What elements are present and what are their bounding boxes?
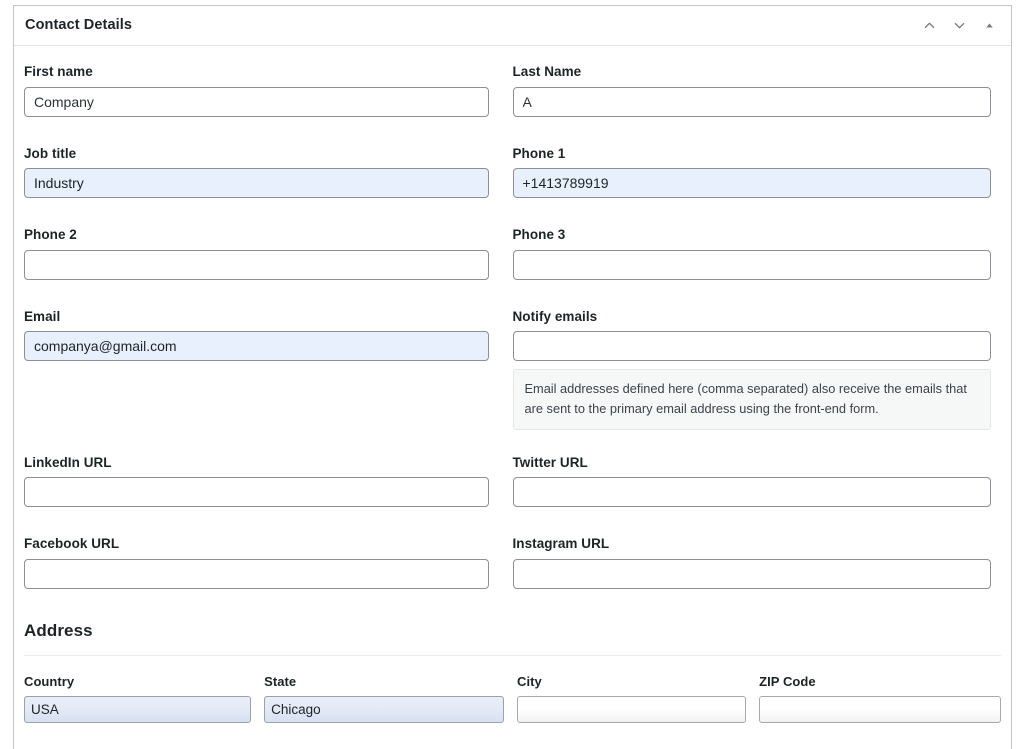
field-phone-2: Phone 2 xyxy=(24,226,513,280)
field-phone-3: Phone 3 xyxy=(512,226,1002,280)
address-section: Address Country State City xyxy=(24,621,1001,723)
phone-1-input[interactable] xyxy=(512,168,991,199)
contact-details-panel: Contact Details First name Company Last … xyxy=(13,5,1012,749)
zip-code-input[interactable] xyxy=(759,695,1001,723)
page-title: Contact Details xyxy=(25,17,133,34)
form-row-facebook-instagram: Facebook URL Instagram URL xyxy=(24,535,1001,589)
field-country: Country xyxy=(24,674,264,723)
notify-emails-help-text: Email addresses defined here (comma sepa… xyxy=(512,369,991,430)
panel-header-actions xyxy=(915,12,1003,40)
field-state: State xyxy=(264,674,517,723)
phone-2-input[interactable] xyxy=(24,249,489,280)
address-divider xyxy=(24,654,1001,656)
screen: Contact Details First name Company Last … xyxy=(0,0,1024,749)
form-row-phones: Phone 2 Phone 3 xyxy=(24,226,1001,280)
form-row-job-phone1: Job title Phone 1 xyxy=(24,145,1001,199)
instagram-url-label: Instagram URL xyxy=(512,536,610,552)
contact-details-form: First name Last Name Job title Phone 1 xyxy=(14,46,1011,733)
field-facebook-url: Facebook URL xyxy=(24,535,513,589)
chevron-down-icon xyxy=(952,18,967,33)
move-down-button[interactable] xyxy=(945,12,973,40)
form-row-linkedin-twitter: LinkedIn URL Twitter URL xyxy=(24,454,1001,508)
field-phone-1: Phone 1 xyxy=(512,145,1002,199)
first-name-label: First name xyxy=(24,64,93,79)
first-name-input[interactable] xyxy=(24,86,489,117)
field-last-name: Last Name xyxy=(512,63,1002,117)
move-up-button[interactable] xyxy=(915,12,943,40)
notify-emails-input[interactable] xyxy=(512,331,991,362)
form-row-emails: Email Notify emails Email addresses defi… xyxy=(24,308,1001,430)
field-linkedin-url: LinkedIn URL xyxy=(24,454,513,508)
country-input[interactable] xyxy=(24,695,252,723)
country-label: Country xyxy=(24,673,75,689)
field-job-title: Job title xyxy=(24,145,513,199)
facebook-url-input[interactable] xyxy=(24,558,489,589)
city-input[interactable] xyxy=(517,695,747,723)
triangle-up-icon xyxy=(983,19,996,32)
twitter-url-input[interactable] xyxy=(512,477,991,508)
email-input[interactable] xyxy=(24,331,489,362)
email-label: Email xyxy=(24,308,61,324)
last-name-label: Last Name xyxy=(512,64,582,79)
chevron-up-icon xyxy=(922,18,937,33)
job-title-input[interactable] xyxy=(24,168,489,199)
field-zip-code: ZIP Code xyxy=(759,674,1001,723)
city-label: City xyxy=(517,673,542,689)
field-twitter-url: Twitter URL xyxy=(512,454,1002,508)
phone-3-input[interactable] xyxy=(512,249,991,280)
instagram-url-input[interactable] xyxy=(512,558,991,589)
phone-2-label: Phone 2 xyxy=(24,227,77,243)
form-row-address: Country State City ZIP Code xyxy=(24,674,1001,723)
phone-3-label: Phone 3 xyxy=(512,227,566,243)
form-row-names: First name Last Name xyxy=(24,63,1001,117)
state-input[interactable] xyxy=(264,695,505,723)
field-notify-emails: Notify emails Email addresses defined he… xyxy=(512,308,1002,430)
field-first-name: First name xyxy=(24,63,513,117)
linkedin-url-input[interactable] xyxy=(24,477,489,508)
last-name-input[interactable] xyxy=(512,86,991,117)
linkedin-url-label: LinkedIn URL xyxy=(24,454,112,470)
field-instagram-url: Instagram URL xyxy=(512,535,1002,589)
job-title-label: Job title xyxy=(24,145,77,161)
address-heading: Address xyxy=(24,620,93,640)
toggle-panel-button[interactable] xyxy=(975,12,1003,40)
zip-code-label: ZIP Code xyxy=(759,673,816,689)
field-city: City xyxy=(517,674,759,723)
phone-1-label: Phone 1 xyxy=(512,145,566,161)
panel-header: Contact Details xyxy=(14,6,1011,46)
twitter-url-label: Twitter URL xyxy=(512,454,588,470)
notify-emails-label: Notify emails xyxy=(512,308,598,324)
facebook-url-label: Facebook URL xyxy=(24,536,120,552)
state-label: State xyxy=(264,673,297,689)
field-email: Email xyxy=(24,308,513,430)
